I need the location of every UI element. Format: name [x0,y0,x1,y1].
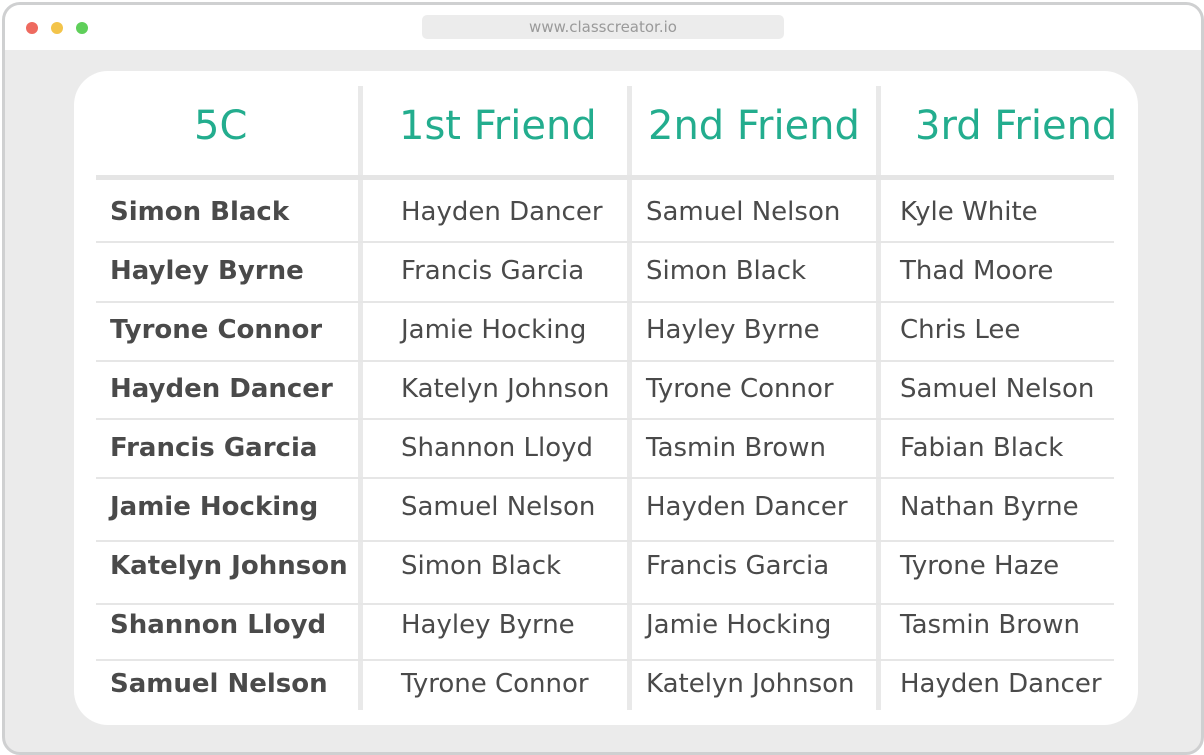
row-divider [96,477,1114,479]
third-friend: Tyrone Haze [900,551,1060,581]
student-name: Simon Black [110,197,290,227]
student-name: Hayden Dancer [110,374,333,404]
student-name: Tyrone Connor [110,315,323,345]
student-name: Jamie Hocking [110,492,319,522]
student-name: Francis Garcia [110,433,318,463]
student-name: Hayley Byrne [110,256,304,286]
first-friend: Simon Black [401,551,562,581]
third-friend: Hayden Dancer [900,669,1102,699]
row-divider [96,418,1114,420]
header-first-friend: 1st Friend [399,103,597,149]
row-divider [96,603,1114,605]
student-name: Katelyn Johnson [110,551,348,581]
third-friend: Chris Lee [900,315,1021,345]
student-name: Samuel Nelson [110,669,328,699]
first-friend: Francis Garcia [401,256,585,286]
second-friend: Hayley Byrne [646,315,820,345]
header-class: 5C [194,103,248,149]
second-friend: Francis Garcia [646,551,830,581]
header-divider [96,175,1114,180]
row-divider [96,301,1114,303]
first-friend: Katelyn Johnson [401,374,610,404]
url-bar[interactable]: www.classcreator.io [422,15,784,39]
friends-table-card: 5C 1st Friend 2nd Friend 3rd Friend Simo… [74,71,1138,725]
title-bar: www.classcreator.io [5,5,1201,50]
first-friend: Hayden Dancer [401,197,603,227]
browser-window: www.classcreator.io 5C 1st Friend 2nd Fr… [2,2,1204,755]
second-friend: Hayden Dancer [646,492,848,522]
third-friend: Thad Moore [900,256,1054,286]
second-friend: Tasmin Brown [646,433,826,463]
third-friend: Samuel Nelson [900,374,1095,404]
row-divider [96,241,1114,243]
close-window-icon[interactable] [26,22,38,34]
second-friend: Samuel Nelson [646,197,841,227]
first-friend: Samuel Nelson [401,492,596,522]
third-friend: Nathan Byrne [900,492,1079,522]
first-friend: Shannon Lloyd [401,433,594,463]
second-friend: Tyrone Connor [646,374,834,404]
row-divider [96,540,1114,542]
second-friend: Jamie Hocking [646,610,832,640]
student-name: Shannon Lloyd [110,610,327,640]
third-friend: Kyle White [900,197,1038,227]
first-friend: Hayley Byrne [401,610,575,640]
first-friend: Jamie Hocking [401,315,587,345]
maximize-window-icon[interactable] [76,22,88,34]
header-third-friend: 3rd Friend [915,103,1118,149]
header-second-friend: 2nd Friend [648,103,860,149]
minimize-window-icon[interactable] [51,22,63,34]
second-friend: Katelyn Johnson [646,669,855,699]
third-friend: Tasmin Brown [900,610,1080,640]
row-divider [96,360,1114,362]
third-friend: Fabian Black [900,433,1064,463]
row-divider [96,659,1114,661]
second-friend: Simon Black [646,256,807,286]
first-friend: Tyrone Connor [401,669,589,699]
